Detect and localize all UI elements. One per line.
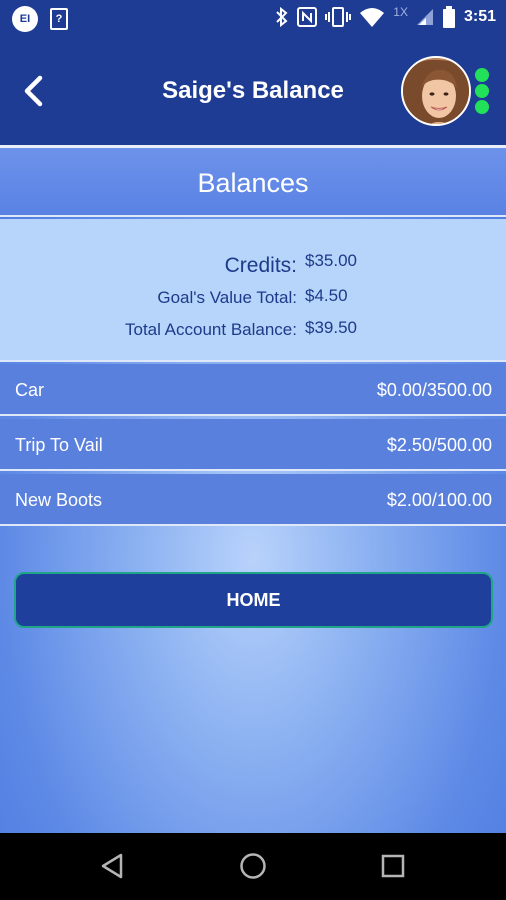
balance-summary: Credits: $35.00 Goal's Value Total: $4.5… xyxy=(0,219,506,362)
goal-row-new-boots[interactable]: New Boots $2.00/100.00 xyxy=(0,474,506,526)
sim-card-icon: ? xyxy=(50,8,68,30)
goal-amount: $2.50/500.00 xyxy=(386,435,492,455)
goal-row-trip-to-vail[interactable]: Trip To Vail $2.50/500.00 xyxy=(0,419,506,471)
goal-amount: $0.00/3500.00 xyxy=(376,380,492,400)
network-type-label: 1X xyxy=(393,5,408,19)
signal-icon xyxy=(416,5,434,29)
app-header: Saige's Balance xyxy=(0,36,506,145)
avatar[interactable] xyxy=(401,56,471,126)
goal-name: Car xyxy=(15,380,45,400)
main-content: Balances Credits: $35.00 Goal's Value To… xyxy=(0,145,506,833)
goals-total-label: Goal's Value Total: xyxy=(157,288,297,307)
overflow-menu-button[interactable] xyxy=(473,68,491,114)
balances-section-header: Balances xyxy=(0,148,506,217)
goal-name: New Boots xyxy=(15,490,103,510)
section-title: Balances xyxy=(197,168,309,198)
credits-value: $35.00 xyxy=(305,251,357,270)
vibrate-icon xyxy=(325,5,352,29)
bluetooth-icon xyxy=(275,5,289,29)
total-balance-label: Total Account Balance: xyxy=(124,320,297,339)
goals-total-value: $4.50 xyxy=(305,286,348,305)
goal-amount: $2.00/100.00 xyxy=(386,490,492,510)
goal-row-car[interactable]: Car $0.00/3500.00 xyxy=(0,364,506,416)
status-bar: EI ? 1X 3:51 xyxy=(0,0,506,36)
total-balance-value: $39.50 xyxy=(305,318,357,337)
back-triangle-icon[interactable] xyxy=(97,850,129,882)
home-button[interactable]: HOME xyxy=(14,572,493,628)
recents-square-icon[interactable] xyxy=(377,850,409,882)
vertical-dots-icon xyxy=(475,68,489,82)
clock-time: 3:51 xyxy=(463,8,496,25)
battery-icon xyxy=(442,5,456,29)
profile-photo xyxy=(403,58,469,124)
goal-name: Trip To Vail xyxy=(15,435,103,455)
nfc-icon xyxy=(297,5,318,29)
wifi-icon xyxy=(359,5,385,29)
home-circle-icon[interactable] xyxy=(237,850,269,882)
notification-badge-icon: EI xyxy=(12,6,38,32)
credits-label: Credits: xyxy=(224,254,297,277)
system-nav-bar xyxy=(0,833,506,900)
